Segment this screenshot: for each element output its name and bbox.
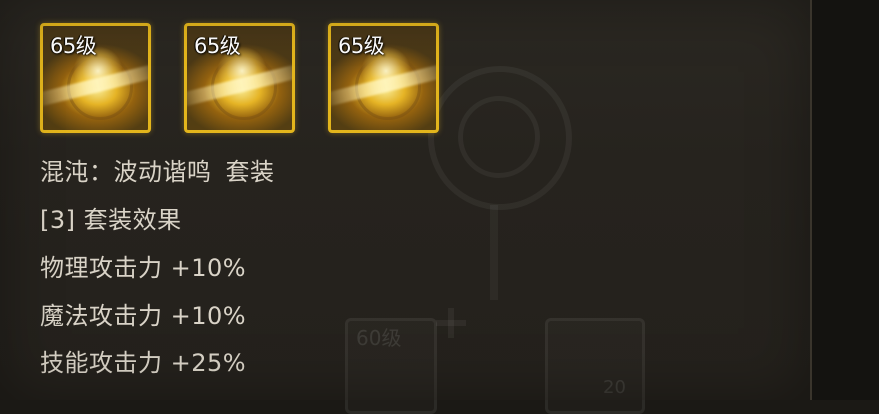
set-bonus-header: [3] 套装效果 bbox=[40, 206, 182, 234]
item-level-label: 65级 bbox=[194, 34, 241, 58]
right-edge-strip bbox=[812, 0, 879, 400]
item-level-label: 65级 bbox=[50, 34, 97, 58]
set-name-line: 混沌：波动谐鸣 套装 bbox=[40, 152, 275, 187]
set-tooltip-panel: 60级 20 65级 65级 65级 混沌：波动谐鸣 套装 [3] 套装效果 物理… bbox=[0, 0, 812, 414]
set-suffix: 套装 bbox=[225, 158, 275, 186]
set-item-slot-1[interactable]: 65级 bbox=[40, 23, 151, 133]
set-item-slot-2[interactable]: 65级 bbox=[184, 23, 295, 133]
set-bonus-line: 魔法攻击力 +10% bbox=[40, 302, 247, 330]
set-bonus-line: 技能攻击力 +25% bbox=[40, 349, 247, 377]
set-bonus-line: 物理攻击力 +10% bbox=[40, 254, 247, 282]
bg-plus-icon-vertical bbox=[448, 308, 454, 338]
set-item-slots: 65级 65级 65级 bbox=[40, 23, 439, 133]
bg-connector-line bbox=[490, 205, 498, 300]
set-name: 混沌：波动谐鸣 bbox=[40, 158, 212, 186]
bg-slot-count: 20 bbox=[603, 377, 626, 398]
set-item-slot-3[interactable]: 65级 bbox=[328, 23, 439, 133]
bg-slot-level: 60级 bbox=[356, 326, 402, 350]
item-level-label: 65级 bbox=[338, 34, 385, 58]
bg-equipment-ring-inner bbox=[458, 96, 540, 178]
